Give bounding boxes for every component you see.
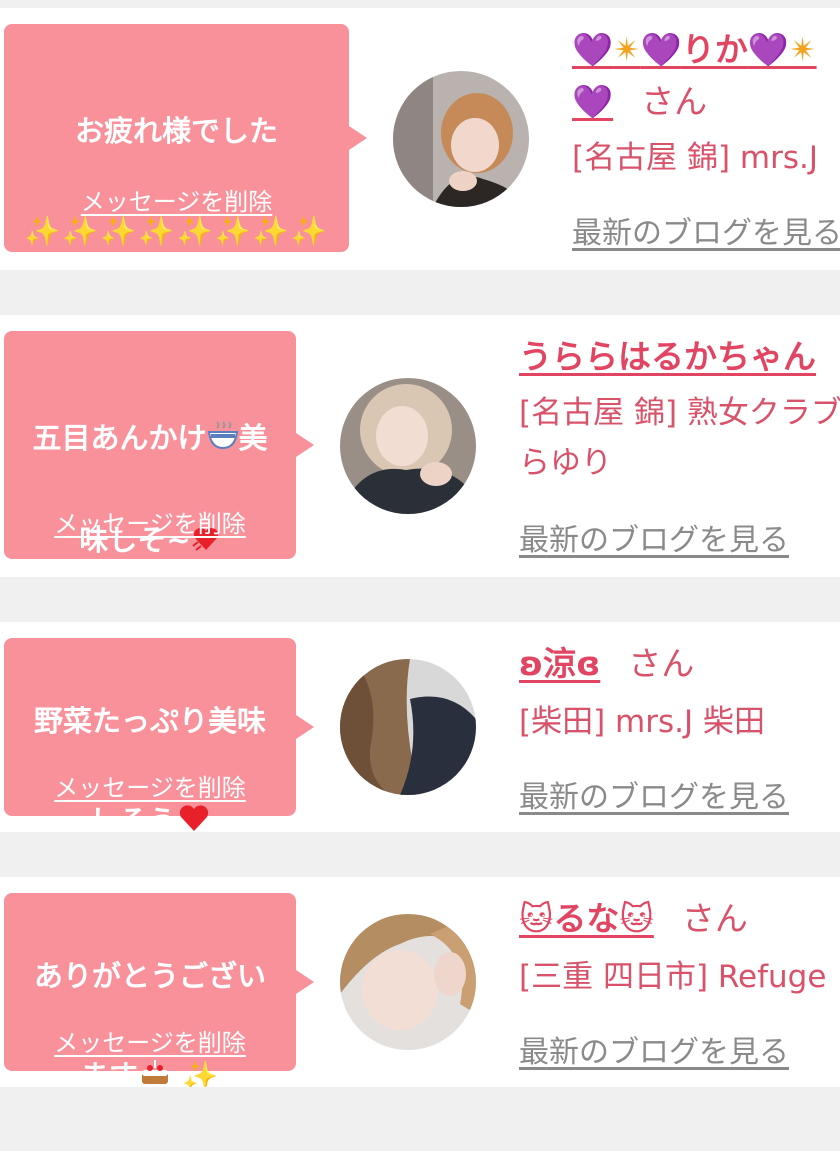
honorific: さん [681,899,748,938]
message-card: 野菜たっぷり美味 しそう メッセージを削除 ʚ涼ɞ さん [柴田] mrs.J 柴… [0,622,840,832]
cast-name-line-2: 💜 さん [572,82,707,122]
message-bubble: 野菜たっぷり美味 しそう メッセージを削除 [4,638,314,832]
shop-name: [三重 四日市] Refuge [519,959,827,995]
message-bubble: お疲れ様でした ✨✨✨✨✨✨✨✨ メッセージを削除 [4,24,367,252]
message-text: 野菜たっぷり美味 しそう [12,646,288,832]
star-icon: ✴ [788,30,817,69]
cast-name-link[interactable]: うららはるかちゃん [519,337,816,376]
bowl-icon [207,415,239,465]
cast-name-line: ʚ涼ɞ さん [519,644,694,684]
delete-message-link[interactable]: メッセージを削除 [4,182,349,217]
cast-name: りか [681,30,748,69]
latest-blog-link[interactable]: 最新のブログを見る [519,515,789,559]
cast-info: ʚ涼ɞ さん [柴田] mrs.J 柴田 最新のブログを見る [519,622,840,832]
message-text: ありがとうござい ます ✨ [12,901,288,1087]
message-bubble: 五目あんかけ美 味しそ~ メッセージを削除 [4,331,314,559]
shop-name: [名古屋 錦] mrs.J [572,140,818,176]
honorific: さん [628,644,695,683]
cake-icon [138,1053,172,1087]
avatar[interactable] [340,378,476,514]
message-card: ありがとうござい ます ✨ メッセージを削除 🐱るな🐱 さん [三重 四日市] R… [0,877,840,1087]
delete-message-link[interactable]: メッセージを削除 [4,768,296,803]
delete-message-link[interactable]: メッセージを削除 [4,1023,296,1058]
heart-icon: 💜 [747,30,789,69]
heart-icon [177,798,211,832]
avatar[interactable] [340,659,476,795]
latest-blog-link[interactable]: 最新のブログを見る [572,208,840,252]
message-card: お疲れ様でした ✨✨✨✨✨✨✨✨ メッセージを削除 💜✴💜りか💜✴ 💜 さん [… [0,8,840,270]
heart-icon: 💜 [640,30,682,69]
cast-info: 💜✴💜りか💜✴ 💜 さん [名古屋 錦] mrs.J 最新のブログを見る [572,8,840,270]
message-list: お疲れ様でした ✨✨✨✨✨✨✨✨ メッセージを削除 💜✴💜りか💜✴ 💜 さん [… [0,0,840,1151]
latest-blog-link[interactable]: 最新のブログを見る [519,772,789,816]
shop-name: [名古屋 錦] 熟女クラブ らゆり [519,395,840,481]
delete-message-link[interactable]: メッセージを削除 [4,504,296,539]
cast-name-link[interactable]: 🐱るな🐱 [519,899,654,938]
heart-icon: 💜 [572,30,614,69]
avatar[interactable] [393,71,529,207]
cast-name-line: 💜✴💜りか💜✴ [572,30,817,70]
shop-name: [柴田] mrs.J 柴田 [519,704,765,740]
cast-info: うららはるかちゃん [名古屋 錦] 熟女クラブ らゆり 最新のブログを見る [519,315,840,577]
heart-icon: 💜 [572,82,614,121]
cast-name-link[interactable]: ʚ涼ɞ [519,644,600,683]
avatar[interactable] [340,914,476,1050]
message-text: お疲れ様でした ✨✨✨✨✨✨✨✨ [24,114,329,248]
cast-name-link-cont[interactable]: 💜 [572,82,613,121]
sparkles-icon: ✨✨✨✨✨✨✨✨ [24,214,329,248]
star-icon: ✴ [613,30,641,69]
sparkles-icon: ✨ [182,1059,221,1087]
message-card: 五目あんかけ美 味しそ~ メッセージを削除 うららはるかちゃん [名古屋 錦] … [0,315,840,577]
cast-name-line: 🐱るな🐱 さん [519,899,748,939]
cast-info: 🐱るな🐱 さん [三重 四日市] Refuge 最新のブログを見る [519,877,840,1087]
latest-blog-link[interactable]: 最新のブログを見る [519,1027,789,1071]
cast-name-link[interactable]: 💜✴💜りか💜✴ [572,30,817,69]
cast-name-line: うららはるかちゃん [519,337,816,377]
honorific: さん [641,82,708,121]
message-bubble: ありがとうござい ます ✨ メッセージを削除 [4,893,314,1087]
